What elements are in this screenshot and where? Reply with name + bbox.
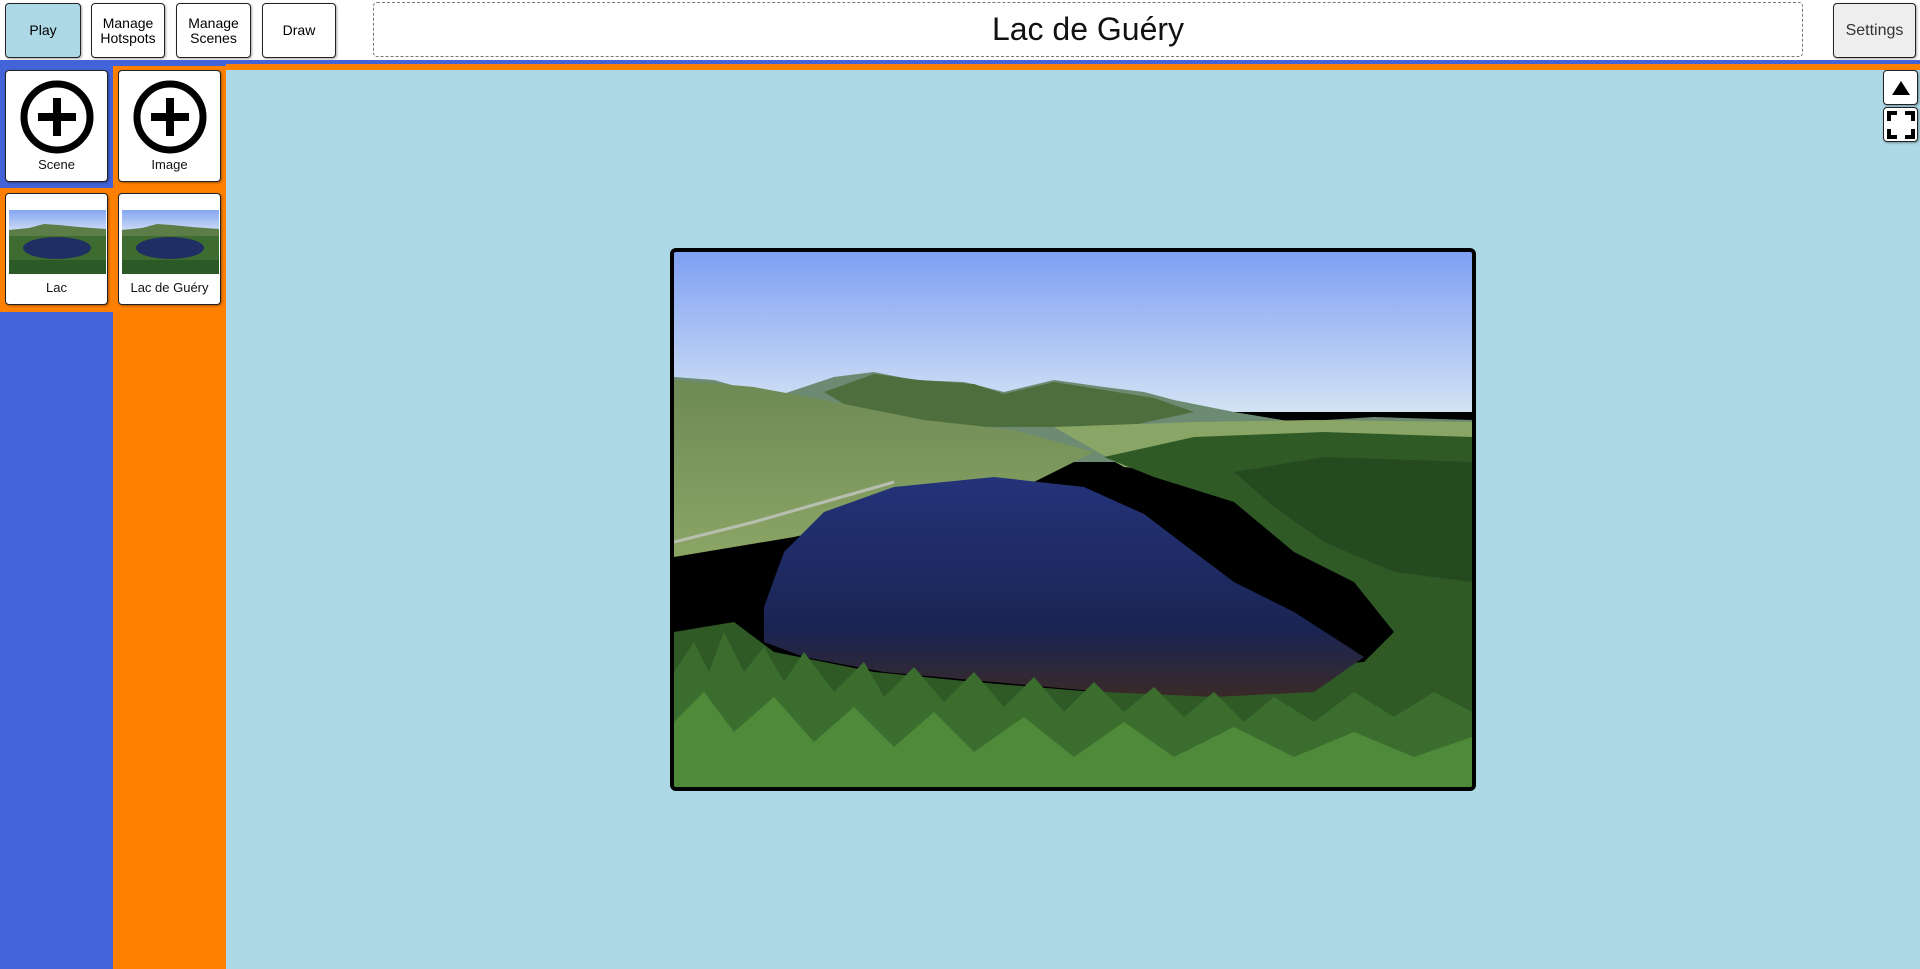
manage-scenes-button[interactable]: Manage Scenes: [176, 3, 251, 58]
add-circle-icon: [133, 80, 206, 154]
triangle-up-icon: [1891, 80, 1910, 95]
fullscreen-icon: [1886, 110, 1915, 139]
image-thumbnail: [122, 210, 219, 274]
add-scene-button[interactable]: Scene: [5, 70, 108, 182]
scene-thumbnail: [9, 210, 106, 274]
scene-item-label: Lac: [46, 280, 67, 295]
add-scene-label: Scene: [38, 157, 75, 172]
add-image-button[interactable]: Image: [118, 70, 221, 182]
toolbar: Play Manage Hotspots Manage Scenes Draw …: [0, 0, 1920, 62]
image-item-lac-de-guery[interactable]: Lac de Guéry: [118, 193, 221, 305]
settings-button[interactable]: Settings: [1833, 3, 1916, 58]
images-indicator-strip: [226, 64, 1920, 70]
fullscreen-button[interactable]: [1883, 107, 1918, 142]
draw-button[interactable]: Draw: [262, 3, 336, 58]
collapse-button[interactable]: [1883, 70, 1918, 105]
scene-image[interactable]: [670, 248, 1476, 791]
image-item-label: Lac de Guéry: [130, 280, 209, 295]
scene-title[interactable]: Lac de Guéry: [373, 2, 1803, 57]
play-button[interactable]: Play: [5, 3, 81, 58]
add-circle-icon: [20, 80, 93, 154]
manage-hotspots-button[interactable]: Manage Hotspots: [91, 3, 165, 58]
add-image-label: Image: [151, 157, 188, 172]
scene-item-lac[interactable]: Lac: [5, 193, 108, 305]
lake-landscape-image: [674, 252, 1472, 787]
